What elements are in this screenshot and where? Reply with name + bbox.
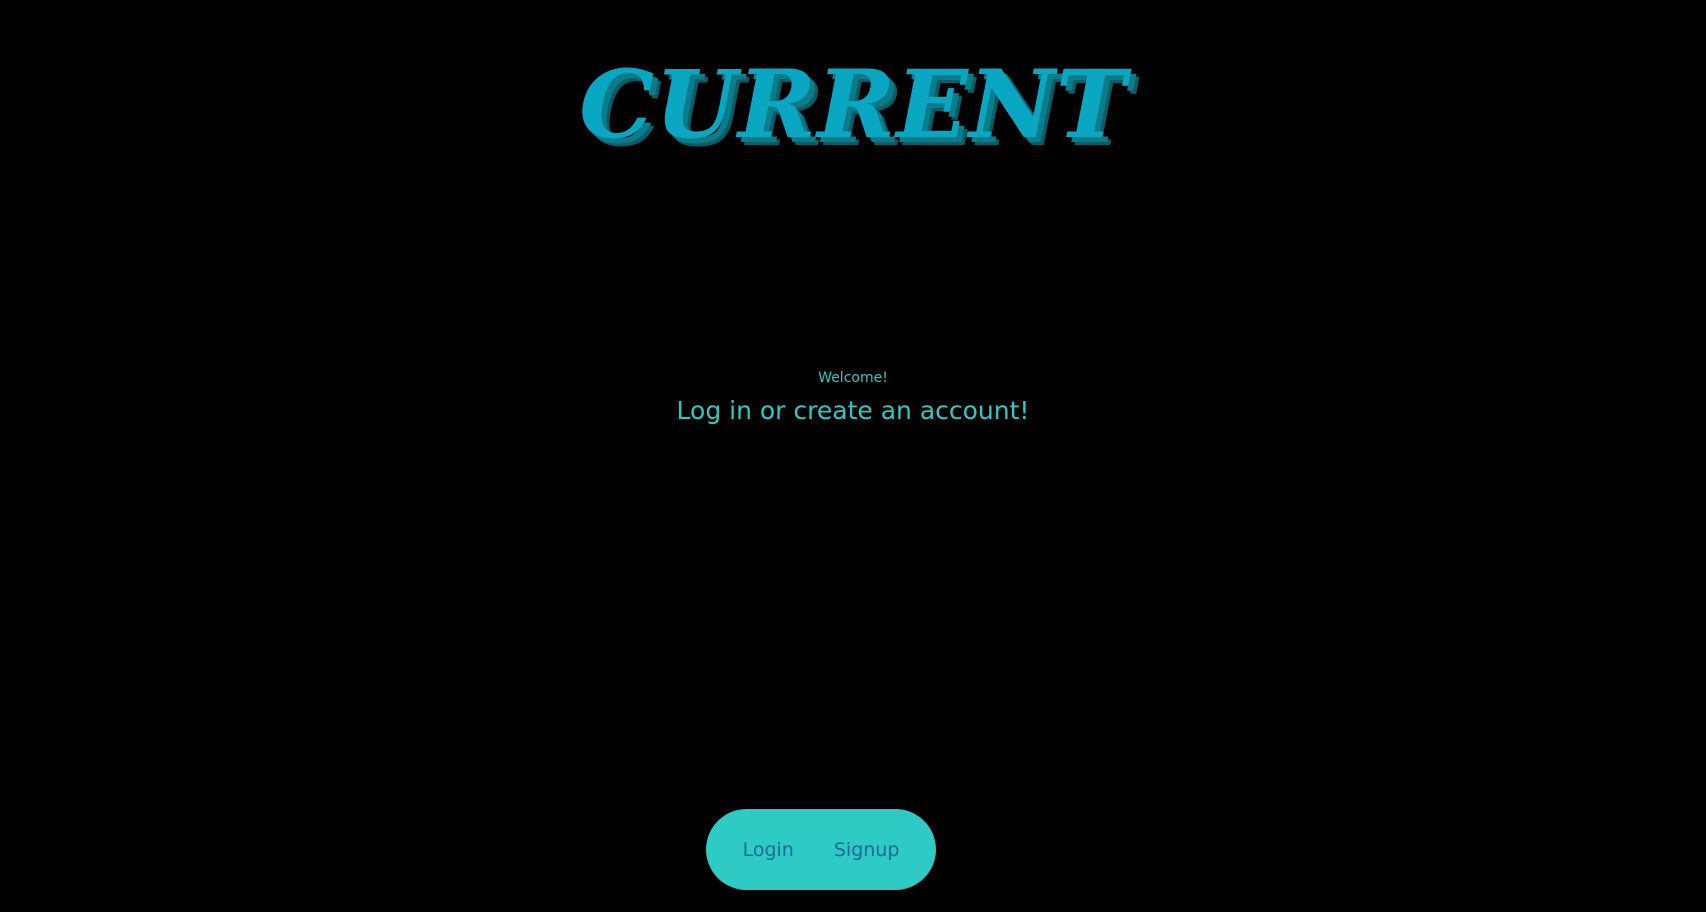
welcome-prompt: Log in or create an account! — [676, 396, 1030, 425]
login-button[interactable]: Login — [743, 839, 794, 861]
welcome-section: Welcome! Log in or create an account! — [0, 368, 1706, 428]
app-logo: CURRENT — [579, 50, 1127, 160]
landing-page: CURRENT Welcome! Log in or create an acc… — [0, 0, 1706, 912]
welcome-greeting: Welcome! — [818, 370, 888, 386]
signup-button[interactable]: Signup — [834, 839, 900, 861]
auth-button-group: Login Signup — [706, 809, 936, 890]
